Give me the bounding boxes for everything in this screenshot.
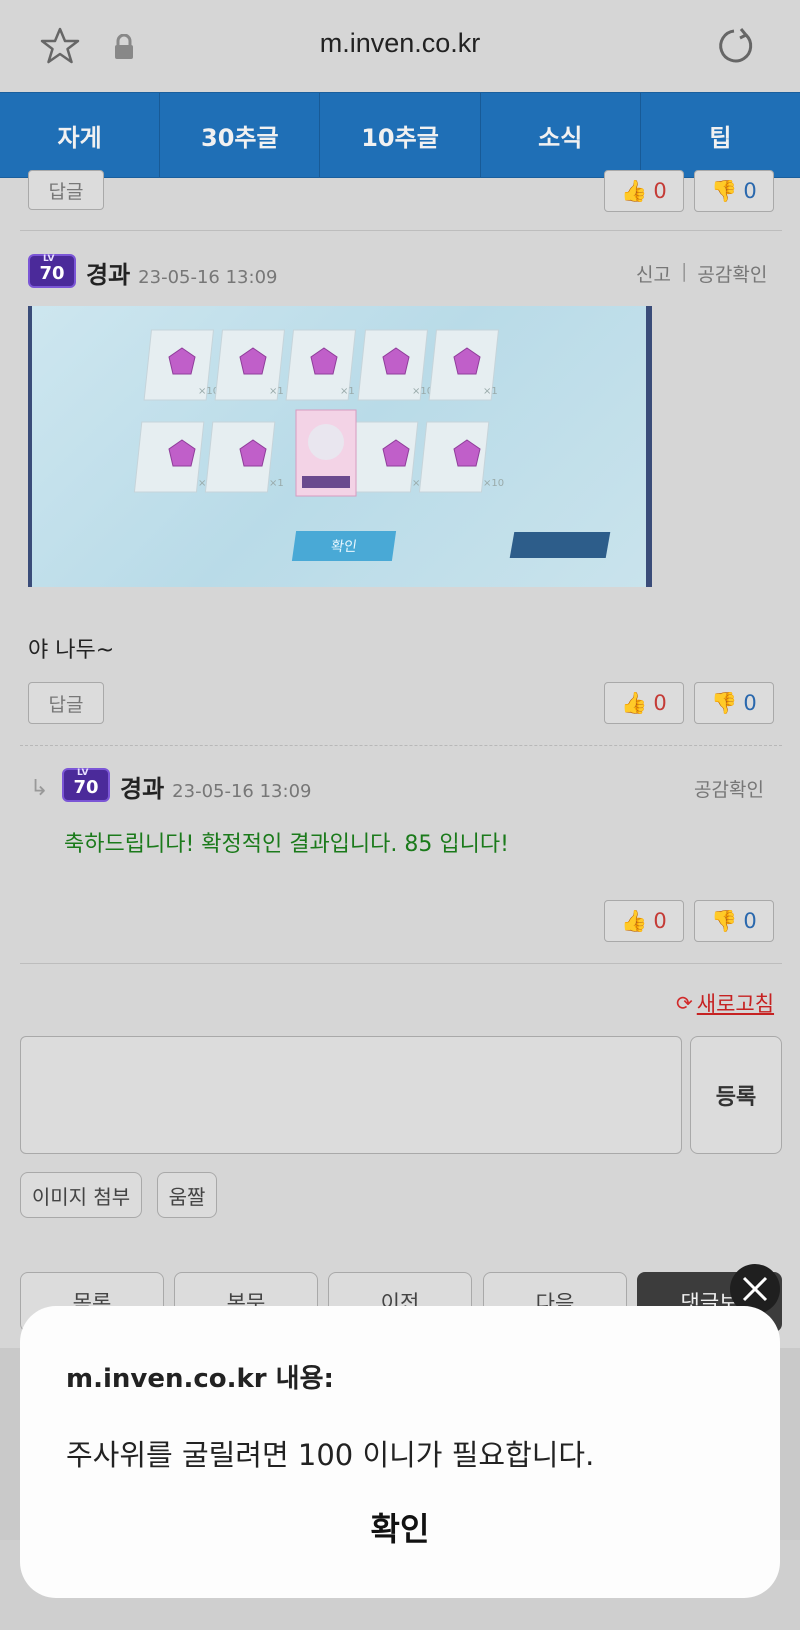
reward-count: ×1 bbox=[340, 386, 355, 397]
tab-news[interactable]: 소식 bbox=[481, 93, 641, 177]
browser-toolbar: m.inven.co.kr bbox=[0, 0, 800, 92]
thumbs-down-icon: 👎 bbox=[711, 178, 738, 203]
thumbs-up-icon: 👍 bbox=[621, 690, 648, 715]
thumbs-up-icon: 👍 bbox=[621, 908, 648, 933]
star-rating-bar bbox=[302, 476, 350, 488]
comment-date: 23-05-16 13:09 bbox=[138, 267, 278, 288]
reward-card: ×10 bbox=[418, 421, 504, 493]
gif-button[interactable]: 움짤 bbox=[157, 1172, 217, 1218]
reply-button[interactable]: 답글 bbox=[28, 170, 104, 210]
upvote-button[interactable]: 👍 0 bbox=[604, 170, 684, 212]
tab-30-recommended[interactable]: 30추글 bbox=[160, 93, 321, 177]
reply-nickname[interactable]: 경과 bbox=[120, 769, 164, 804]
thumbs-up-icon: 👍 bbox=[621, 178, 648, 203]
comment-input[interactable] bbox=[20, 1036, 682, 1154]
reward-card: ×1 bbox=[428, 329, 500, 401]
image-confirm-button: 확인 bbox=[291, 531, 397, 561]
submit-button[interactable]: 등록 bbox=[690, 1036, 782, 1154]
reward-card: ×1 bbox=[214, 329, 286, 401]
dialog-message: 주사위를 굴릴려면 100 이니가 필요합니다. bbox=[66, 1438, 595, 1472]
comment-image[interactable]: ×10 ×1 ×1 ×10 ×1 ×1 ×1 ×1 ×10 확인 bbox=[28, 306, 652, 587]
refresh-icon: ⟳ bbox=[676, 991, 693, 1015]
level-badge: LV 70 bbox=[62, 768, 110, 802]
downvote-button[interactable]: 👎 0 bbox=[694, 170, 774, 212]
reward-count: ×10 bbox=[483, 478, 504, 489]
reward-card: ×10 bbox=[143, 329, 219, 401]
alert-dialog: m.inven.co.kr 내용: 주사위를 굴릴려면 100 이니가 필요합니… bbox=[20, 1306, 780, 1598]
reply-date: 23-05-16 13:09 bbox=[172, 781, 312, 802]
reward-count: ×1 bbox=[269, 478, 284, 489]
upvote-count: 0 bbox=[653, 909, 667, 933]
reward-count: ×1 bbox=[483, 386, 498, 397]
comment-header: 경과 23-05-16 13:09 bbox=[86, 255, 277, 290]
reward-card: ×1 bbox=[133, 421, 213, 493]
reload-icon[interactable] bbox=[716, 26, 756, 66]
address-bar-url[interactable]: m.inven.co.kr bbox=[0, 28, 800, 59]
reply-text: 축하드립니다! 확정적인 결과입니다. 85 입니다! bbox=[64, 832, 509, 857]
thumbs-down-icon: 👎 bbox=[711, 908, 738, 933]
downvote-button[interactable]: 👎 0 bbox=[694, 682, 774, 724]
report-link[interactable]: 신고 bbox=[636, 260, 671, 287]
category-tabs: 자게 30추글 10추글 소식 팁 bbox=[0, 92, 800, 178]
reward-count: ×1 bbox=[269, 386, 284, 397]
reply-divider bbox=[20, 745, 782, 746]
upvote-button[interactable]: 👍 0 bbox=[604, 682, 684, 724]
reply-header: 경과 23-05-16 13:09 bbox=[120, 769, 311, 804]
divider bbox=[20, 230, 782, 231]
downvote-count: 0 bbox=[743, 691, 757, 715]
meta-separator: | bbox=[680, 260, 688, 282]
downvote-count: 0 bbox=[743, 179, 757, 203]
character-portrait bbox=[308, 424, 344, 460]
level-badge: LV 70 bbox=[28, 254, 76, 288]
downvote-button[interactable]: 👎 0 bbox=[694, 900, 774, 942]
reply-arrow-icon: ↳ bbox=[30, 776, 49, 801]
refresh-link[interactable]: ⟳ 새로고침 bbox=[676, 988, 774, 1018]
like-check-link[interactable]: 공감확인 bbox=[697, 260, 767, 287]
comment-meta-actions: 신고 | 공감확인 bbox=[636, 260, 767, 287]
tab-free-board[interactable]: 자게 bbox=[0, 93, 161, 177]
reward-card: ×1 bbox=[285, 329, 357, 401]
comment-text: 야 나두~ bbox=[28, 638, 115, 663]
tab-tips[interactable]: 팁 bbox=[641, 93, 800, 177]
upvote-count: 0 bbox=[653, 691, 667, 715]
tab-10-recommended[interactable]: 10추글 bbox=[320, 93, 481, 177]
dialog-title: m.inven.co.kr 내용: bbox=[66, 1364, 334, 1394]
thumbs-down-icon: 👎 bbox=[711, 690, 738, 715]
attach-image-button[interactable]: 이미지 첨부 bbox=[20, 1172, 142, 1218]
comment-nickname[interactable]: 경과 bbox=[86, 255, 130, 290]
reply-button[interactable]: 답글 bbox=[28, 682, 104, 724]
dialog-confirm-button[interactable]: 확인 bbox=[20, 1504, 780, 1550]
reward-card: ×1 bbox=[204, 421, 284, 493]
reward-card: ×1 bbox=[347, 421, 427, 493]
power-indicator bbox=[509, 532, 611, 558]
upvote-count: 0 bbox=[653, 179, 667, 203]
downvote-count: 0 bbox=[743, 909, 757, 933]
like-check-link[interactable]: 공감확인 bbox=[694, 775, 764, 802]
divider bbox=[20, 963, 782, 964]
reward-card: ×10 bbox=[357, 329, 433, 401]
upvote-button[interactable]: 👍 0 bbox=[604, 900, 684, 942]
